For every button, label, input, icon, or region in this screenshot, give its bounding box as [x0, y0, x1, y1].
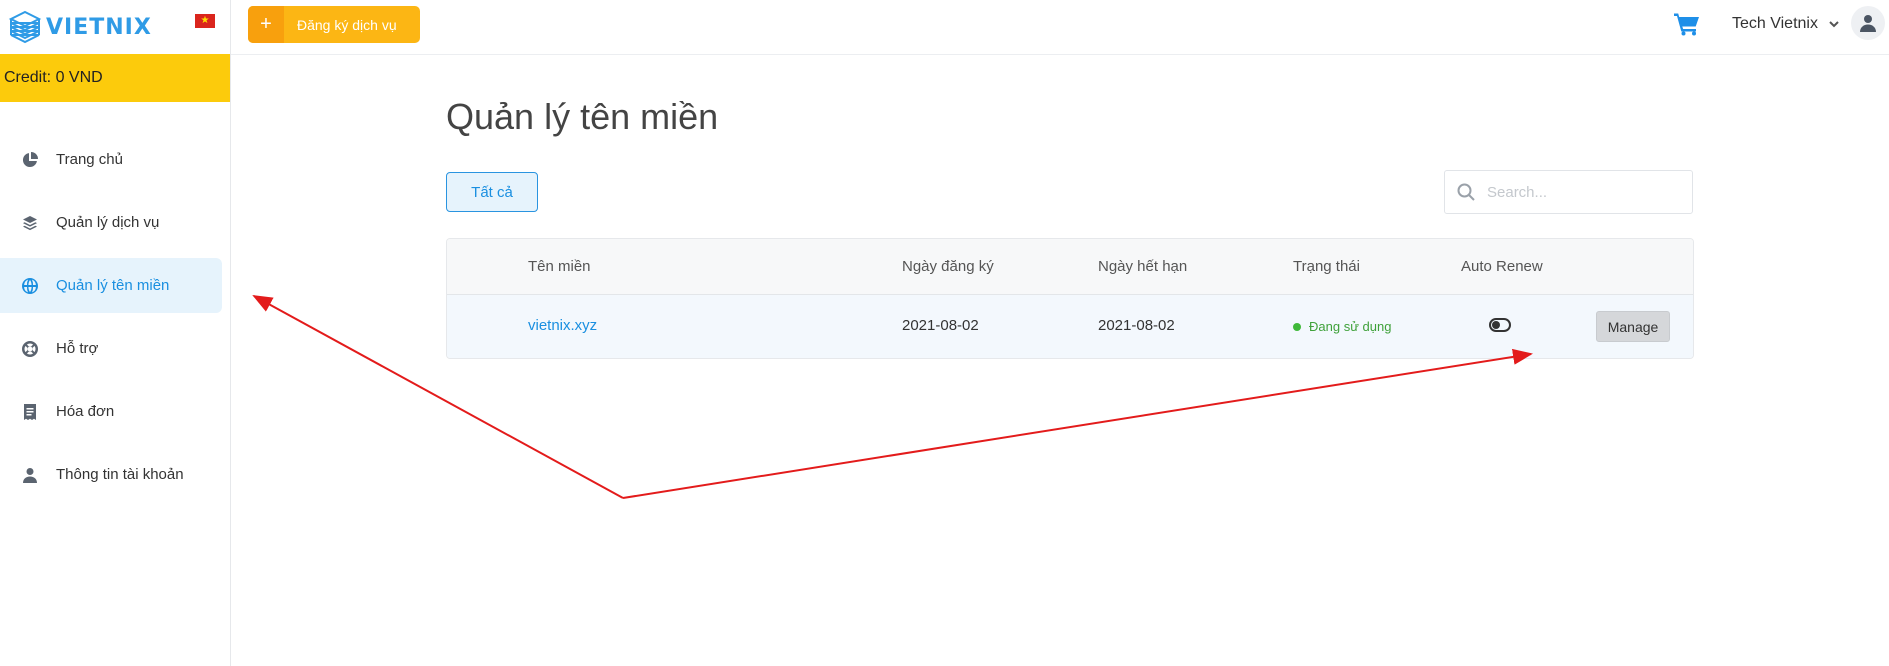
- sidebar-item-label: Hỗ trợ: [56, 340, 99, 357]
- avatar[interactable]: [1851, 6, 1885, 40]
- search-input[interactable]: [1487, 183, 1687, 201]
- credit-balance: Credit: 0 VND: [0, 54, 230, 102]
- column-header-expires[interactable]: Ngày hết hạn: [1098, 258, 1187, 275]
- sidebar-item-label: Quản lý tên miền: [56, 277, 170, 294]
- pie-chart-icon: [20, 150, 40, 170]
- domains-table: Tên miền Ngày đăng ký Ngày hết hạn Trạng…: [446, 238, 1694, 359]
- register-service-label: Đăng ký dịch vụ: [297, 16, 397, 33]
- sidebar-nav: Trang chủ Quản lý dịch vụ Quản lý tên mi…: [0, 132, 230, 502]
- sidebar-item-label: Trang chủ: [56, 151, 123, 168]
- auto-renew-toggle[interactable]: [1489, 318, 1511, 332]
- status-badge: Đang sử dụng: [1293, 319, 1391, 334]
- status-dot-icon: [1293, 322, 1301, 331]
- column-header-domain[interactable]: Tên miền: [528, 258, 591, 275]
- search-box: [1444, 170, 1693, 214]
- sidebar: VIETNIX ★ Credit: 0 VND Trang chủ Quản l…: [0, 0, 231, 666]
- sidebar-item-label: Hóa đơn: [56, 403, 115, 420]
- column-header-registered[interactable]: Ngày đăng ký: [902, 258, 994, 275]
- sidebar-item-label: Quản lý dịch vụ: [56, 214, 160, 231]
- brand-name: VIETNIX: [46, 14, 152, 40]
- column-header-status[interactable]: Trạng thái: [1293, 258, 1360, 275]
- sidebar-item-account[interactable]: Thông tin tài khoản: [0, 447, 222, 502]
- domain-link[interactable]: vietnix.xyz: [528, 317, 597, 334]
- globe-icon: [20, 276, 40, 296]
- sidebar-item-label: Thông tin tài khoản: [56, 466, 184, 483]
- layers-icon: [20, 213, 40, 233]
- status-text: Đang sử dụng: [1309, 319, 1392, 334]
- table-header: Tên miền Ngày đăng ký Ngày hết hạn Trạng…: [447, 239, 1693, 295]
- topbar: + Đăng ký dịch vụ Tech Vietnix: [231, 0, 1889, 55]
- vietnix-logo-icon: [8, 10, 42, 44]
- plus-icon: +: [248, 6, 284, 43]
- registered-date: 2021-08-02: [902, 317, 979, 334]
- sidebar-item-home[interactable]: Trang chủ: [0, 132, 222, 187]
- table-row: vietnix.xyz 2021-08-02 2021-08-02 Đang s…: [447, 295, 1693, 358]
- brand[interactable]: VIETNIX ★: [0, 0, 230, 54]
- expiry-date: 2021-08-02: [1098, 317, 1175, 334]
- chevron-down-icon[interactable]: [1828, 17, 1840, 29]
- manage-button[interactable]: Manage: [1596, 311, 1670, 342]
- filter-all-button[interactable]: Tất cả: [446, 172, 538, 212]
- sidebar-item-domains[interactable]: Quản lý tên miền: [0, 258, 222, 313]
- register-service-button[interactable]: + Đăng ký dịch vụ: [248, 6, 420, 43]
- user-icon: [20, 465, 40, 485]
- sidebar-item-support[interactable]: Hỗ trợ: [0, 321, 222, 376]
- lifebuoy-icon: [20, 339, 40, 359]
- search-icon: [1457, 183, 1475, 201]
- sidebar-item-services[interactable]: Quản lý dịch vụ: [0, 195, 222, 250]
- sidebar-item-invoices[interactable]: Hóa đơn: [0, 384, 222, 439]
- page-title: Quản lý tên miền: [446, 96, 719, 137]
- app-root: VIETNIX ★ Credit: 0 VND Trang chủ Quản l…: [0, 0, 1889, 666]
- toggle-off-icon: [1489, 318, 1511, 332]
- vietnam-flag-icon[interactable]: ★: [195, 14, 215, 28]
- user-avatar-icon: [1860, 15, 1876, 32]
- user-name[interactable]: Tech Vietnix: [1732, 15, 1818, 33]
- column-header-auto-renew[interactable]: Auto Renew: [1461, 258, 1543, 275]
- receipt-icon: [20, 402, 40, 422]
- cart-icon[interactable]: [1674, 12, 1700, 36]
